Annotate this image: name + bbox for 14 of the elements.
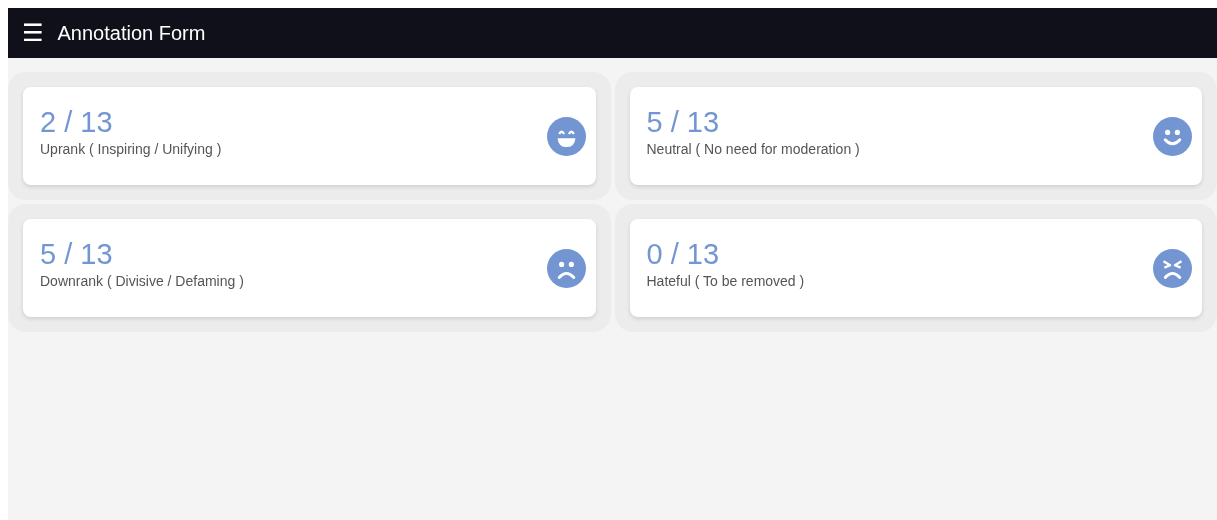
category-label: Neutral ( No need for moderation ) [646,140,860,157]
menu-button[interactable]: ☰ [22,21,44,45]
angry-face-icon [1153,248,1192,288]
count-text: 5 / 13 [646,105,721,139]
count-text: 2 / 13 [40,105,114,139]
count-text: 0 / 13 [646,237,721,271]
category-label: Uprank ( Inspiring / Unifying ) [40,140,222,157]
frowning-face-icon [546,248,586,288]
laughing-face-icon [546,116,586,156]
category-label: Downrank ( Divisive / Defaming ) [40,272,244,289]
app-title: Annotation Form [57,21,206,45]
smiling-face-icon [1153,116,1192,156]
category-label: Hateful ( To be removed ) [646,272,805,289]
count-text: 5 / 13 [40,237,114,271]
